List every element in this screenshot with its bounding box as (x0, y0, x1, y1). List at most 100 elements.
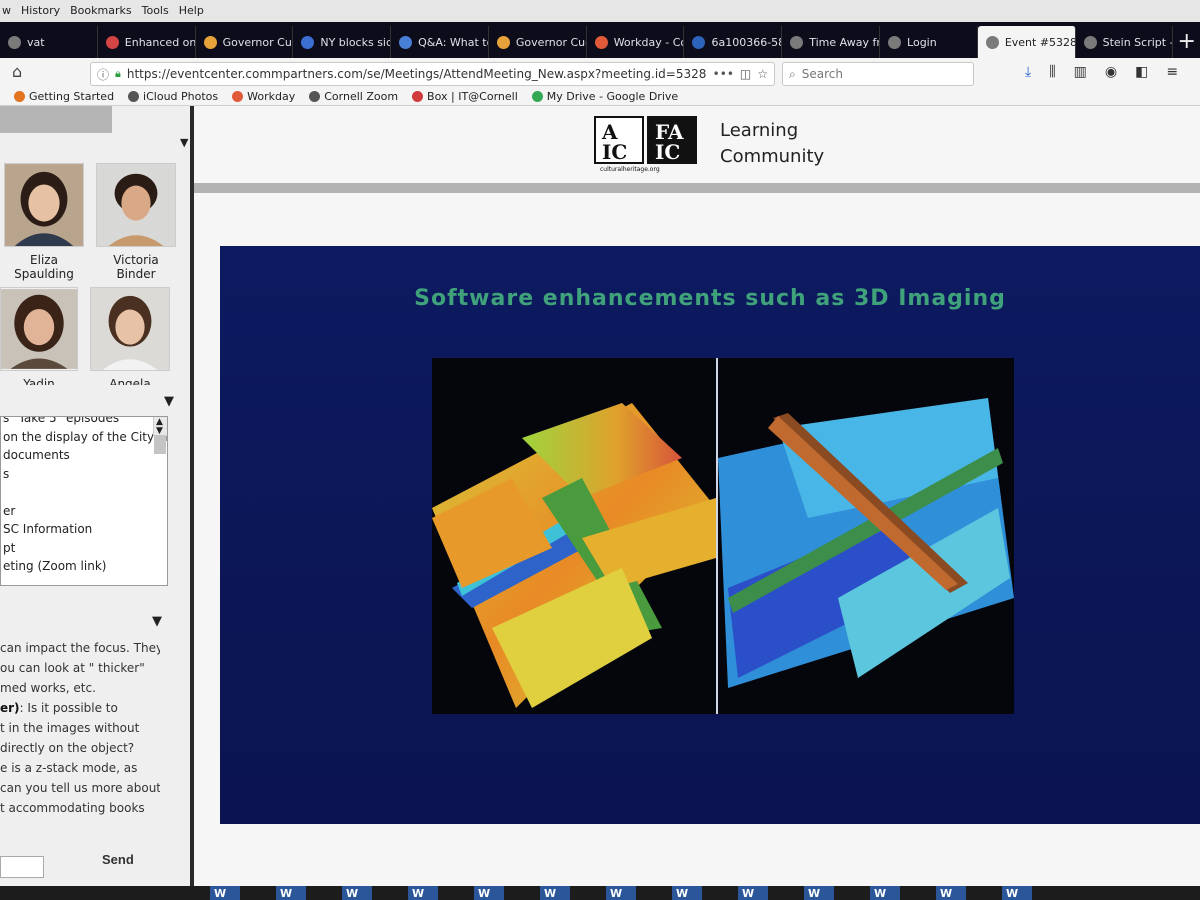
bookmark-label: iCloud Photos (143, 90, 219, 103)
chat-text: med works, etc. (0, 681, 96, 695)
tab-favicon-icon (301, 35, 315, 49)
logo-caption: culturalheritage.org (600, 166, 660, 173)
word-app-icon[interactable]: W (210, 886, 240, 900)
word-app-icon[interactable]: W (408, 886, 438, 900)
library-icon[interactable]: ⫼ (1049, 64, 1055, 80)
download-icon[interactable]: ⤓ (1025, 64, 1031, 80)
tab-label: Time Away from W (809, 35, 881, 49)
tab-favicon-icon (594, 35, 608, 49)
panelist-photo (4, 163, 84, 247)
menu-item-window[interactable]: w (2, 4, 11, 22)
url-text[interactable]: https://eventcenter.commpartners.com/se/… (127, 67, 707, 81)
list-item[interactable] (1, 485, 167, 504)
tab-label: vat (27, 35, 45, 49)
send-button[interactable]: Send (102, 852, 134, 867)
bookmark-item[interactable]: Getting Started (14, 90, 114, 103)
word-app-icon[interactable]: W (276, 886, 306, 900)
panelist-card: Angela (90, 287, 170, 385)
list-item[interactable]: er (1, 504, 167, 523)
tab-label: Event #5328 (1004, 35, 1076, 49)
collapse-arrow-icon[interactable]: ▼ (180, 136, 188, 149)
profile-icon[interactable]: ◉ (1105, 64, 1117, 80)
tab-label: Stein Script - Varn (1102, 35, 1174, 49)
list-item[interactable]: on the display of the City of (1, 430, 167, 449)
bookmarks-bar: Getting Started iCloud Photos Workday Corne… (0, 88, 1200, 106)
word-app-icon[interactable]: W (672, 886, 702, 900)
new-tab-button[interactable]: + (1173, 29, 1200, 58)
hamburger-menu-icon[interactable]: ≡ (1166, 64, 1178, 80)
word-app-icon[interactable]: W (1002, 886, 1032, 900)
collapse-arrow-icon[interactable]: ▼ (164, 394, 174, 409)
bookmark-favicon-icon (14, 91, 25, 102)
bookmark-item[interactable]: Box | IT@Cornell (412, 90, 518, 103)
chat-text: : Is it possible to (19, 701, 118, 715)
word-app-icon[interactable]: W (606, 886, 636, 900)
menu-item-tools[interactable]: Tools (142, 4, 169, 22)
list-item[interactable]: s (1, 467, 167, 486)
chat-message-input[interactable] (0, 856, 44, 878)
tab-label: 6a100366-5879 (711, 35, 781, 49)
menu-item-bookmarks[interactable]: Bookmarks (70, 4, 131, 22)
tab-3[interactable]: NY blocks sick (293, 26, 392, 58)
bookmark-item[interactable]: Cornell Zoom (309, 90, 398, 103)
more-actions-icon[interactable]: ••• (713, 67, 734, 81)
tab-favicon-icon (496, 35, 510, 49)
panelist-first-name: Eliza (30, 253, 58, 267)
info-icon[interactable]: ⓘ (97, 66, 109, 83)
list-item[interactable]: SC Information (1, 522, 167, 541)
search-input[interactable]: ⌕ Search (782, 62, 974, 86)
word-app-icon[interactable]: W (936, 886, 966, 900)
chat-line: ou can look at " thicker" (0, 658, 160, 678)
menu-item-help[interactable]: Help (179, 4, 204, 22)
tab-5[interactable]: Governor Cuo (489, 26, 587, 58)
word-app-icon[interactable]: W (342, 886, 372, 900)
list-scrollbar[interactable]: ▲ ▼ (153, 417, 167, 454)
chat-author: er) (0, 701, 20, 715)
scroll-thumb[interactable] (154, 435, 166, 454)
word-app-icon[interactable]: W (474, 886, 504, 900)
word-app-icon[interactable]: W (738, 886, 768, 900)
tab-7[interactable]: 6a100366-5879 (684, 26, 783, 58)
tab-label: Workday - Cor (613, 35, 685, 49)
word-app-icon[interactable]: W (540, 886, 570, 900)
tab-favicon-icon (1083, 35, 1097, 49)
bookmark-item[interactable]: My Drive - Google Drive (531, 90, 679, 103)
list-item[interactable]: documents (1, 448, 167, 467)
bookmark-favicon-icon (531, 91, 543, 102)
panelist-last-name: Spaulding (14, 267, 74, 281)
collapse-arrow-icon[interactable]: ▼ (152, 614, 162, 629)
bookmark-label: My Drive - Google Drive (546, 90, 679, 103)
extension-icon[interactable]: ◧ (1135, 64, 1148, 80)
bookmark-item[interactable]: iCloud Photos (128, 90, 218, 103)
sidebar-icon[interactable]: ▥ (1074, 64, 1087, 80)
tab-label: Governor Cuo (222, 35, 294, 49)
tab-0[interactable]: vat (0, 26, 98, 58)
resource-list[interactable]: s "Take 5" episodes on the display of th… (0, 416, 168, 586)
tab-1[interactable]: Enhanced onl (98, 26, 196, 58)
tab-9[interactable]: Login (880, 26, 978, 58)
word-app-icon[interactable]: W (870, 886, 900, 900)
learning-community-title: Learning Community (720, 118, 824, 170)
tab-10[interactable]: Event #5328🔊︎✕ (977, 26, 1076, 58)
list-item[interactable]: s "Take 5" episodes (1, 417, 167, 430)
tab-6[interactable]: Workday - Cor (587, 26, 685, 58)
word-app-icon[interactable]: W (804, 886, 834, 900)
bookmark-favicon-icon (412, 91, 424, 102)
bookmark-favicon-icon (232, 91, 244, 102)
tab-4[interactable]: Q&A: What to (391, 26, 489, 58)
tab-2[interactable]: Governor Cuo (196, 26, 294, 58)
list-item[interactable]: eting (Zoom link) (1, 559, 167, 578)
heightmap-left (432, 403, 716, 708)
url-bar[interactable]: ⓘ 🔒︎ https://eventcenter.commpartners.co… (90, 62, 775, 86)
home-icon[interactable]: ⌂ (12, 62, 22, 81)
list-item[interactable]: pt (1, 541, 167, 560)
chat-line: e is a z-stack mode, as (0, 758, 160, 778)
menu-item-history[interactable]: History (21, 4, 60, 22)
bookmark-item[interactable]: Workday (232, 90, 295, 103)
tab-8[interactable]: Time Away from W (782, 26, 881, 58)
star-icon[interactable]: ☆ (757, 67, 768, 81)
pocket-icon[interactable]: ◫ (740, 67, 751, 81)
scroll-down-icon[interactable]: ▼ (156, 426, 163, 436)
panelist-first-name: Victoria (113, 253, 159, 267)
tab-11[interactable]: Stein Script - Varn (1076, 26, 1174, 58)
